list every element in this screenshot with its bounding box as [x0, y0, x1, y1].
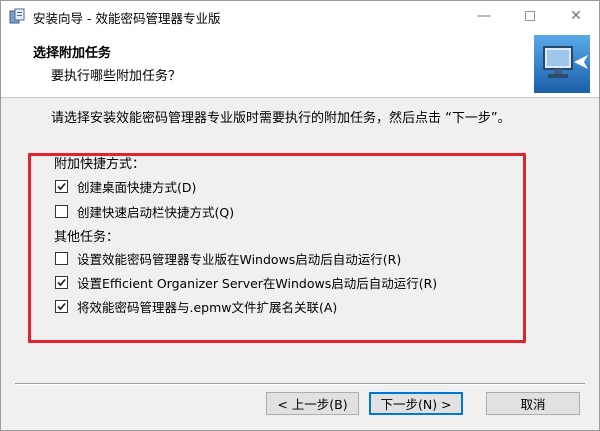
back-button[interactable]: < 上一步(B) — [266, 392, 359, 415]
minimize-button[interactable]: — — [461, 1, 507, 31]
option-label: 设置效能密码管理器专业版在Windows启动后自动运行(R) — [77, 251, 402, 267]
option-autostart-app[interactable]: 设置效能密码管理器专业版在Windows启动后自动运行(R) — [55, 249, 401, 267]
option-label: 创建快速启动栏快捷方式(Q) — [77, 204, 235, 220]
checkmark-icon — [57, 302, 66, 310]
installer-app-icon — [9, 8, 25, 24]
maximize-button[interactable] — [507, 1, 553, 31]
checkmark-icon — [57, 182, 66, 190]
next-button[interactable]: 下一步(N) > — [369, 392, 463, 415]
close-icon: ✕ — [570, 8, 582, 24]
wizard-computer-icon — [534, 35, 590, 93]
checkbox-autostart-app[interactable] — [55, 251, 68, 265]
footer-divider — [15, 383, 585, 385]
option-file-association[interactable]: 将效能密码管理器与.epmw文件扩展名关联(A) — [55, 297, 337, 315]
title-bar[interactable]: 安装向导 - 效能密码管理器专业版 — ✕ — [1, 1, 599, 31]
option-label: 将效能密码管理器与.epmw文件扩展名关联(A) — [77, 299, 338, 315]
maximize-icon — [525, 11, 535, 21]
instruction-text: 请选择安装效能密码管理器专业版时需要执行的附加任务，然后点击 “下一步”。 — [51, 111, 511, 126]
group-label-shortcuts: 附加快捷方式： — [54, 157, 146, 172]
option-quicklaunch-shortcut[interactable]: 创建快速启动栏快捷方式(Q) — [55, 202, 234, 220]
cancel-button[interactable]: 取消 — [486, 392, 580, 415]
option-desktop-shortcut[interactable]: 创建桌面快捷方式(D) — [55, 177, 196, 195]
page-subtitle: 要执行哪些附加任务？ — [51, 69, 182, 84]
checkbox-autostart-server[interactable] — [55, 275, 68, 289]
page-title: 选择附加任务 — [33, 46, 112, 61]
close-button[interactable]: ✕ — [553, 1, 599, 31]
installer-window: 安装向导 - 效能密码管理器专业版 — ✕ 选择附加任务 要执行哪些附加任务？ … — [0, 0, 600, 431]
group-label-other-tasks: 其他任务： — [54, 230, 120, 245]
minimize-icon: — — [477, 8, 491, 24]
window-title: 安装向导 - 效能密码管理器专业版 — [33, 11, 221, 26]
checkbox-file-association[interactable] — [55, 299, 68, 313]
wizard-header: 选择附加任务 要执行哪些附加任务？ — [1, 31, 599, 98]
option-autostart-server[interactable]: 设置Efficient Organizer Server在Windows启动后自… — [55, 273, 437, 291]
checkmark-icon — [57, 278, 66, 286]
option-label: 创建桌面快捷方式(D) — [77, 179, 197, 195]
option-label: 设置Efficient Organizer Server在Windows启动后自… — [77, 275, 438, 291]
checkbox-desktop-shortcut[interactable] — [55, 179, 68, 193]
checkbox-quicklaunch-shortcut[interactable] — [55, 204, 68, 218]
